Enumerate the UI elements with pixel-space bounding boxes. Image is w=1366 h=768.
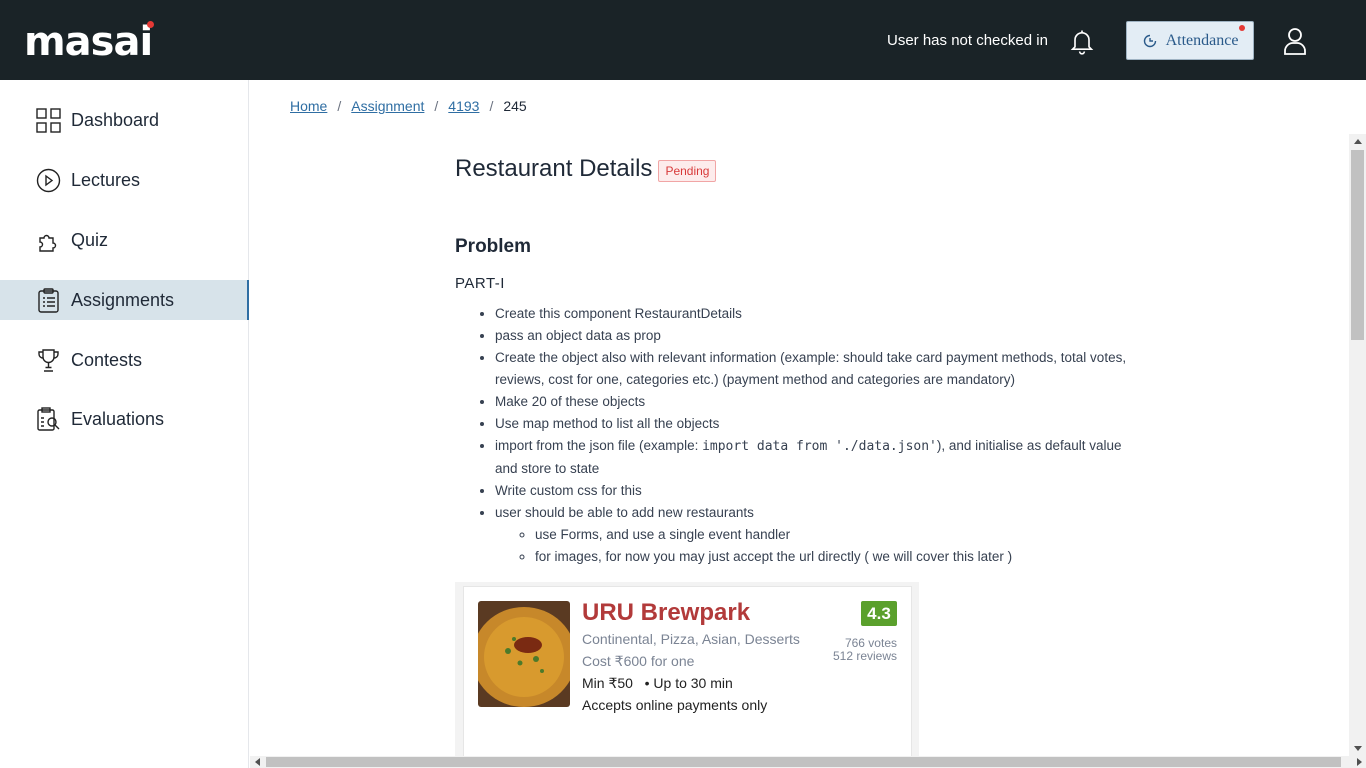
vertical-scrollbar[interactable] xyxy=(1349,134,1366,756)
dashboard-icon xyxy=(36,107,61,133)
breadcrumb-assignment[interactable]: Assignment xyxy=(351,98,424,114)
breadcrumb: Home / Assignment / 4193 / 245 xyxy=(290,98,527,114)
list-item: Create the object also with relevant inf… xyxy=(495,347,1145,391)
scroll-left-icon[interactable] xyxy=(255,758,260,766)
list-item: Use map method to list all the objects xyxy=(495,413,1145,435)
sidebar-item-dashboard[interactable]: Dashboard xyxy=(0,100,249,140)
restaurant-cost: Cost ₹600 for one xyxy=(582,653,695,669)
payment-info: Accepts online payments only xyxy=(582,697,768,713)
part-label: PART-I xyxy=(455,275,505,292)
section-heading: Problem xyxy=(455,236,532,257)
rating-badge: 4.3 xyxy=(861,601,897,626)
attendance-icon xyxy=(1143,34,1156,47)
min-order: Min ₹50 xyxy=(582,675,633,691)
sidebar-item-label: Lectures xyxy=(71,169,141,190)
attendance-label: Attendance xyxy=(1165,31,1239,49)
sidebar: Dashboard Lectures Quiz Assignments Cont… xyxy=(0,80,249,768)
sidebar-item-quiz[interactable]: Quiz xyxy=(0,220,249,260)
logo-dot xyxy=(147,21,155,28)
sidebar-item-assignments[interactable]: Assignments xyxy=(0,280,249,320)
breadcrumb-separator: / xyxy=(434,98,439,114)
list-item: import from the json file (example: impo… xyxy=(495,435,1145,480)
min-order-line: Min ₹50 • Up to 30 min xyxy=(582,675,733,692)
horizontal-scrollbar[interactable] xyxy=(250,756,1366,768)
scroll-up-icon[interactable] xyxy=(1354,139,1362,144)
breadcrumb-4193[interactable]: 4193 xyxy=(448,98,479,114)
sidebar-item-label: Evaluations xyxy=(71,408,165,429)
clipboard-icon xyxy=(38,287,59,313)
sidebar-item-label: Dashboard xyxy=(71,109,160,130)
list-item-text: import from the json file (example: xyxy=(495,438,703,453)
sidebar-item-label: Quiz xyxy=(71,229,109,250)
breadcrumb-separator: / xyxy=(489,98,494,114)
assignment-content: Restaurant Details Pending Problem PART-… xyxy=(455,155,1145,564)
trophy-icon xyxy=(38,348,59,372)
bell-icon[interactable] xyxy=(1068,27,1096,55)
attendance-button[interactable]: Attendance xyxy=(1126,21,1254,60)
vertical-scroll-thumb[interactable] xyxy=(1351,150,1364,340)
code-snippet: import data from './data.json' xyxy=(702,439,937,454)
list-item: pass an object data as prop xyxy=(495,325,1145,347)
list-item-text: user should be able to add new restauran… xyxy=(495,505,754,520)
attendance-notification-dot xyxy=(1239,25,1245,31)
scroll-right-icon[interactable] xyxy=(1357,758,1362,766)
problem-list: Create this component RestaurantDetails … xyxy=(455,303,1145,568)
breadcrumb-separator: / xyxy=(337,98,342,114)
top-bar: masai User has not checked in Attendance xyxy=(0,0,1366,80)
user-icon[interactable] xyxy=(1283,27,1307,55)
evaluation-icon xyxy=(37,406,60,431)
list-item: user should be able to add new restauran… xyxy=(495,502,1145,568)
puzzle-icon xyxy=(39,234,57,252)
logo-text: masai xyxy=(24,19,153,65)
example-image: URU Brewpark Continental, Pizza, Asian, … xyxy=(455,582,919,768)
sub-list-item: use Forms, and use a single event handle… xyxy=(535,524,1145,546)
sidebar-item-lectures[interactable]: Lectures xyxy=(0,160,249,200)
votes-reviews: 766 votes 512 reviews xyxy=(833,637,897,663)
food-image xyxy=(478,601,570,707)
sidebar-item-label: Contests xyxy=(71,349,143,370)
list-item: Make 20 of these objects xyxy=(495,391,1145,413)
checkin-status: User has not checked in xyxy=(887,32,1048,49)
list-item: Create this component RestaurantDetails xyxy=(495,303,1145,325)
delivery-time: Up to 30 min xyxy=(653,675,733,691)
reviews-count: 512 reviews xyxy=(832,649,897,663)
restaurant-categories: Continental, Pizza, Asian, Desserts xyxy=(582,631,800,647)
horizontal-scroll-thumb[interactable] xyxy=(266,757,1341,767)
page-title: Restaurant Details xyxy=(455,155,653,182)
scroll-down-icon[interactable] xyxy=(1354,746,1362,751)
restaurant-card: URU Brewpark Continental, Pizza, Asian, … xyxy=(463,586,912,762)
play-circle-icon xyxy=(36,168,61,192)
masai-logo[interactable]: masai xyxy=(24,19,155,65)
sidebar-item-label: Assignments xyxy=(71,289,175,310)
sub-list-item: for images, for now you may just accept … xyxy=(535,546,1145,568)
breadcrumb-current: 245 xyxy=(503,98,527,114)
title-row: Restaurant Details Pending xyxy=(455,155,1145,183)
list-item: Write custom css for this xyxy=(495,480,1145,502)
status-badge: Pending xyxy=(658,159,717,182)
sidebar-item-evaluations[interactable]: Evaluations xyxy=(0,399,249,439)
bullet-dot: • xyxy=(636,675,654,691)
restaurant-name: URU Brewpark xyxy=(582,599,751,626)
sidebar-item-contests[interactable]: Contests xyxy=(0,340,249,380)
breadcrumb-home[interactable]: Home xyxy=(290,98,327,114)
